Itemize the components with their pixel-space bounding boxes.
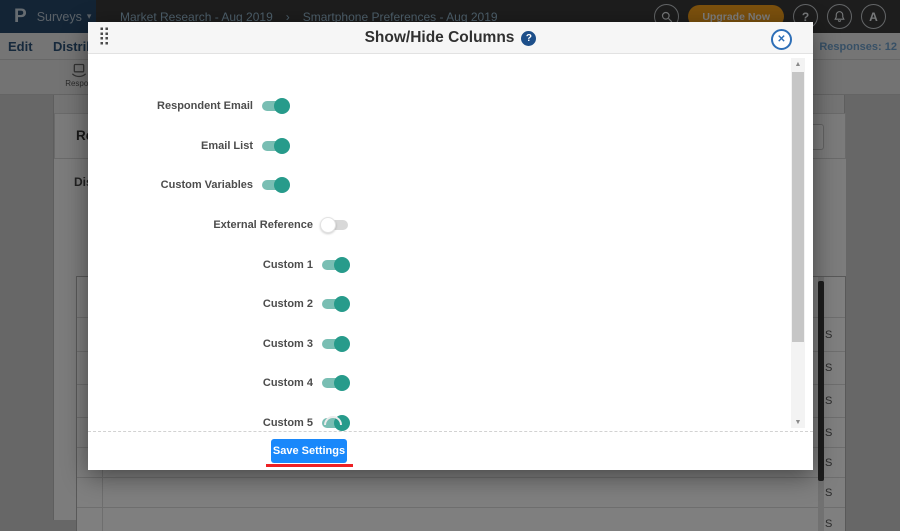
toggle-knob (334, 336, 350, 352)
toggle-knob (334, 296, 350, 312)
dialog-scroll-area: Respondent Email Email List Custom Variabl… (88, 54, 813, 431)
toggle-switch[interactable] (262, 98, 290, 114)
toggle-row: Custom 2 (88, 294, 350, 314)
close-button[interactable]: ✕ (771, 29, 792, 50)
toggle-label: Custom Variables (160, 179, 253, 191)
close-icon: ✕ (777, 34, 786, 45)
toggle-label: Custom 5 (262, 417, 313, 429)
toggle-label: Custom 3 (262, 338, 313, 350)
toggle-label: Custom 2 (262, 298, 313, 310)
toggle-switch[interactable] (322, 375, 350, 391)
dialog-scrollbar[interactable]: ▲ ▼ (791, 58, 805, 428)
toggle-row: Email List (88, 136, 290, 156)
toggle-label: Custom 1 (262, 259, 313, 271)
toggle-knob (334, 257, 350, 273)
toggle-switch[interactable] (322, 296, 350, 312)
dialog-title-wrap: Show/Hide Columns ? (88, 22, 813, 54)
toggle-row: Custom Variables (88, 175, 290, 195)
toggle-row: Custom 4 (88, 373, 350, 393)
toggle-switch[interactable] (262, 138, 290, 154)
app-window: P Surveys ▾ Market Research - Aug 2019 ›… (0, 0, 900, 531)
scroll-down-icon[interactable]: ▼ (791, 416, 805, 428)
toggle-switch[interactable] (320, 217, 348, 233)
dialog-scrollbar-thumb[interactable] (792, 72, 804, 342)
dialog-help-icon[interactable]: ? (521, 30, 537, 46)
dialog-footer: Save Settings (88, 431, 813, 470)
toggle-switch[interactable] (322, 336, 350, 352)
toggle-label: Respondent Email (157, 100, 253, 112)
toggle-switch[interactable] (262, 177, 290, 193)
toggle-row: External Reference (88, 215, 348, 235)
toggle-knob (274, 177, 290, 193)
toggle-row: Custom 3 (88, 334, 350, 354)
toggle-label: Email List (201, 140, 253, 152)
scroll-up-icon[interactable]: ▲ (791, 58, 805, 70)
toggle-label: Custom 4 (262, 377, 313, 389)
dialog-title: Show/Hide Columns (364, 29, 515, 46)
toggle-label: External Reference (213, 219, 313, 231)
show-hide-columns-dialog: ⣿ Show/Hide Columns ? ✕ Respondent Email… (88, 22, 813, 470)
toggle-switch[interactable] (322, 257, 350, 273)
toggle-knob (274, 98, 290, 114)
toggle-row: Custom 5 (88, 413, 350, 433)
toggle-row: Respondent Email (88, 96, 290, 116)
toggle-row: Custom 1 (88, 255, 350, 275)
toggle-knob (334, 375, 350, 391)
save-settings-button[interactable]: Save Settings (271, 439, 347, 463)
toggle-knob (274, 138, 290, 154)
annotation-underline (266, 464, 353, 467)
dialog-header: ⣿ Show/Hide Columns ? (88, 22, 813, 54)
toggle-knob (320, 217, 336, 233)
